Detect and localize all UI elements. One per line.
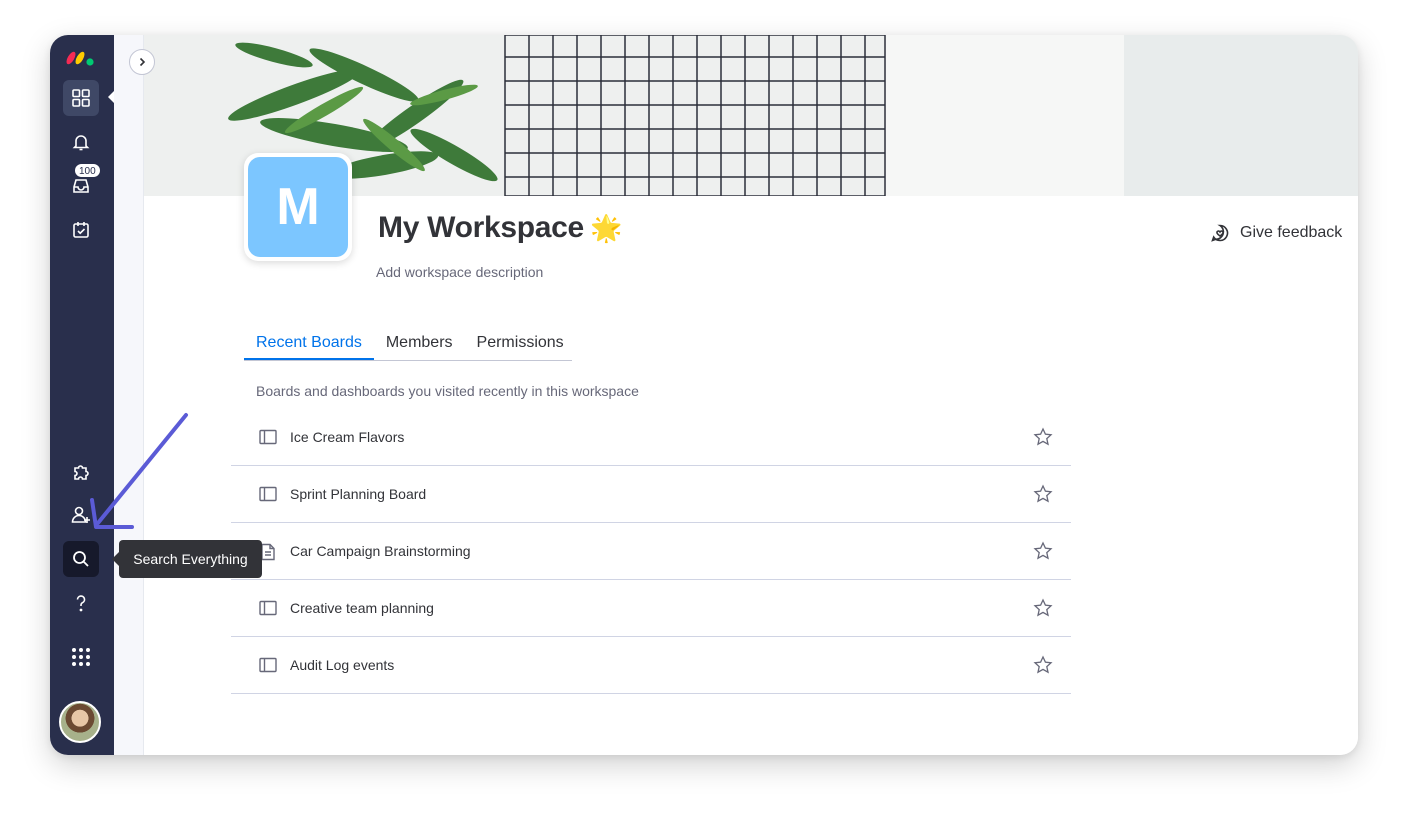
monday-logo-icon[interactable] [63, 39, 99, 75]
help-icon[interactable] [63, 585, 99, 621]
feedback-icon [1211, 224, 1229, 242]
star-icon[interactable] [1033, 427, 1053, 447]
star-icon[interactable] [1033, 655, 1053, 675]
board-row-audit-log-events[interactable]: Audit Log events [231, 637, 1071, 694]
bell-icon[interactable] [63, 124, 99, 160]
star-icon[interactable] [1033, 541, 1053, 561]
inbox-badge: 100 [74, 163, 101, 178]
board-name: Audit Log events [290, 657, 395, 673]
recent-boards-note: Boards and dashboards you visited recent… [256, 383, 639, 399]
board-icon [259, 486, 277, 502]
workspace-avatar[interactable]: M [244, 153, 352, 261]
user-avatar[interactable] [59, 701, 101, 743]
chevron-right-icon [139, 57, 146, 67]
workspace-title-row: My Workspace 🌟 [378, 211, 622, 245]
give-feedback-button[interactable]: Give feedback [1210, 223, 1342, 243]
recent-boards-list: Ice Cream Flavors Sprint Planning Board … [231, 409, 1071, 694]
workspace-initial: M [248, 157, 348, 257]
workspace-description-input[interactable]: Add workspace description [376, 264, 543, 280]
workspace-title[interactable]: My Workspace [378, 211, 584, 245]
my-work-icon[interactable] [63, 212, 99, 248]
app-window: 100 M My Workspace 🌟 Add workspace descr… [50, 35, 1358, 755]
board-name: Car Campaign Brainstorming [290, 543, 471, 559]
search-icon[interactable] [63, 541, 99, 577]
give-feedback-label: Give feedback [1240, 224, 1343, 241]
expand-sidebar-button[interactable] [129, 49, 155, 75]
tab-recent-boards[interactable]: Recent Boards [244, 332, 374, 360]
workspace-sidebar-collapsed [114, 35, 144, 755]
board-row-car-campaign-brainstorming[interactable]: Car Campaign Brainstorming [231, 523, 1071, 580]
board-row-creative-team-planning[interactable]: Creative team planning [231, 580, 1071, 637]
board-row-sprint-planning-board[interactable]: Sprint Planning Board [231, 466, 1071, 523]
board-icon [259, 600, 277, 616]
board-icon [259, 429, 277, 445]
tab-members[interactable]: Members [374, 332, 465, 360]
annotation-arrow-icon [90, 413, 188, 529]
board-name: Ice Cream Flavors [290, 429, 405, 445]
home-grid-icon[interactable] [63, 80, 99, 116]
board-icon [259, 657, 277, 673]
board-row-ice-cream-flavors[interactable]: Ice Cream Flavors [231, 409, 1071, 466]
workspace-tabs: Recent Boards Members Permissions [244, 332, 572, 361]
star-icon[interactable] [1033, 484, 1053, 504]
apps-grid-icon[interactable] [63, 639, 99, 675]
search-tooltip: Search Everything [119, 540, 262, 578]
workspace-emoji-icon[interactable]: 🌟 [590, 213, 622, 244]
board-name: Sprint Planning Board [290, 486, 427, 502]
star-icon[interactable] [1033, 598, 1053, 618]
tooltip-arrow [112, 552, 119, 566]
tab-permissions[interactable]: Permissions [465, 332, 576, 360]
board-name: Creative team planning [290, 600, 434, 616]
left-rail: 100 [50, 35, 115, 755]
